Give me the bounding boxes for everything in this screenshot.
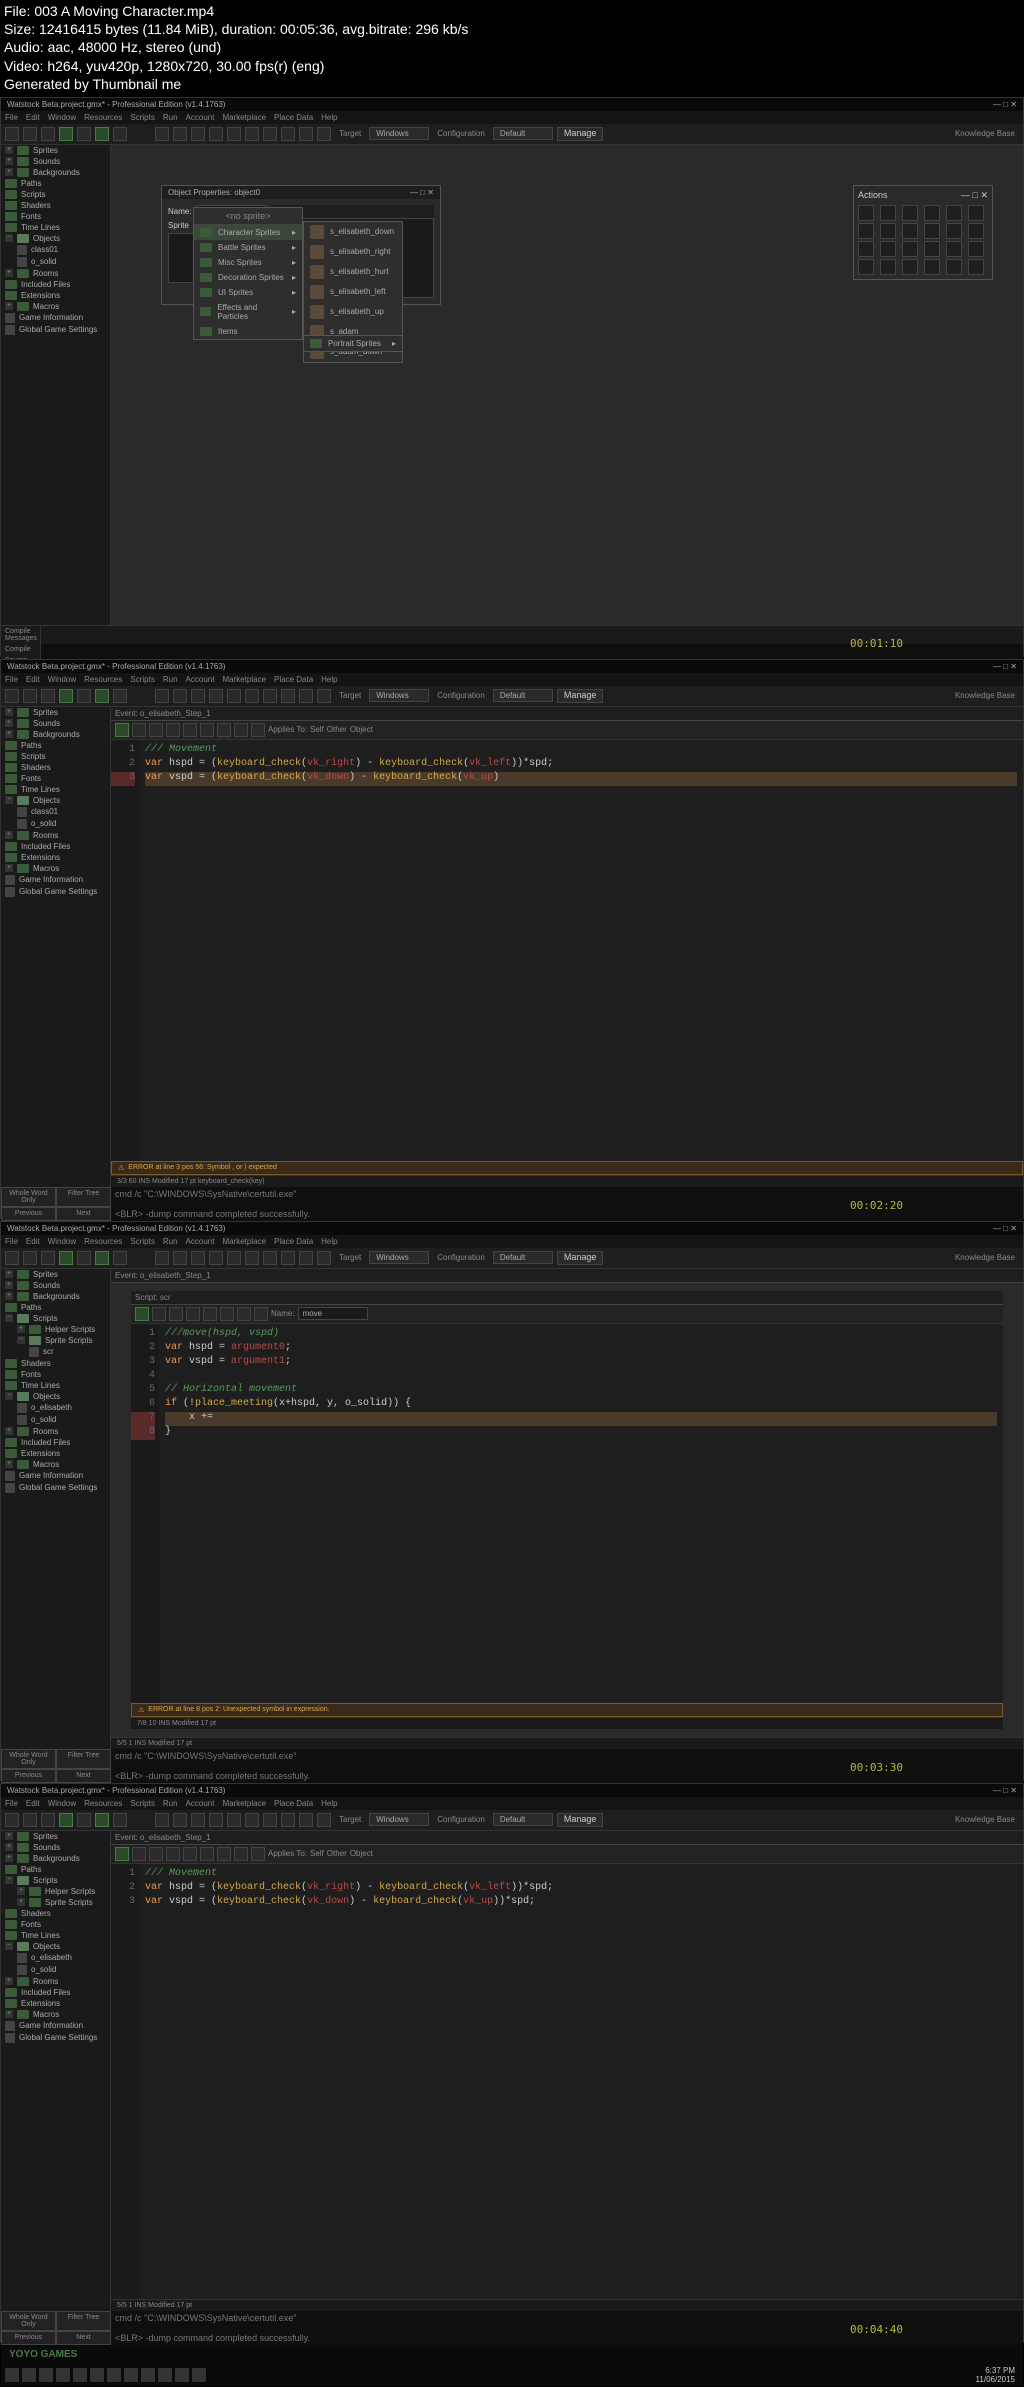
target-label: Target xyxy=(339,129,361,138)
resource-tree[interactable]: +Sprites +Sounds +Backgrounds Paths Scri… xyxy=(1,145,111,625)
open-icon[interactable] xyxy=(23,127,37,141)
debug-icon[interactable] xyxy=(77,127,91,141)
applies-self[interactable]: Self xyxy=(310,725,324,734)
timestamp: 00:01:10 xyxy=(850,637,903,650)
script-icon[interactable] xyxy=(227,127,241,141)
sprite-icon[interactable] xyxy=(155,127,169,141)
font-icon[interactable] xyxy=(263,127,277,141)
menubar[interactable]: FileEditWindowResourcesScriptsRunAccount… xyxy=(1,111,1023,124)
actions-panel[interactable]: Actions— □ ✕ xyxy=(853,185,993,280)
script-editor[interactable]: 12345678 ///move(hspd, vspd) var hspd = … xyxy=(131,1324,1003,1703)
sprite-submenu2[interactable]: Portrait Sprites▸ xyxy=(303,335,403,352)
run-icon[interactable] xyxy=(59,127,73,141)
status-bar: 3/3 60 INS Modified 17 pt keyboard_check… xyxy=(111,1175,1023,1187)
knowledge-link[interactable]: Knowledge Base xyxy=(955,129,1015,138)
object-icon[interactable] xyxy=(299,127,313,141)
shader-icon[interactable] xyxy=(245,127,259,141)
sprite-context-menu[interactable]: <no sprite> Character Sprites▸ Battle Sp… xyxy=(193,207,303,340)
frame-2: Watstock Beta.project.gmx* - Professiona… xyxy=(0,659,1024,1219)
titlebar: Watstock Beta.project.gmx* - Professiona… xyxy=(1,98,1023,111)
applies-other[interactable]: Other xyxy=(327,725,347,734)
frame-3: Watstock Beta.project.gmx* - Professiona… xyxy=(0,1221,1024,1781)
frame-4: Watstock Beta.project.gmx* - Professiona… xyxy=(0,1783,1024,2343)
frame-1: Watstock Beta.project.gmx* - Professiona… xyxy=(0,97,1024,657)
toolbar: Target Windows Configuration Default Man… xyxy=(1,124,1023,145)
new-icon[interactable] xyxy=(5,127,19,141)
timeline-icon[interactable] xyxy=(281,127,295,141)
confirm-icon[interactable] xyxy=(115,723,129,737)
code-editor[interactable]: 123 /// Movement var hspd = (keyboard_ch… xyxy=(111,1864,1023,2299)
config-select[interactable]: Default xyxy=(493,127,553,140)
file-info: File: 003 A Moving Character.mp4 Size: 1… xyxy=(0,0,1024,95)
bg-icon[interactable] xyxy=(191,127,205,141)
manage-button[interactable]: Manage xyxy=(557,127,604,141)
script-name-input[interactable] xyxy=(298,1307,368,1320)
config-label: Configuration xyxy=(437,129,485,138)
target-select[interactable]: Windows xyxy=(369,127,429,140)
save-icon[interactable] xyxy=(41,127,55,141)
error-bar: ⚠ERROR at line 3 pos 56: Symbol , or ) e… xyxy=(111,1161,1023,1175)
applies-object[interactable]: Object xyxy=(350,725,373,734)
path-icon[interactable] xyxy=(209,127,223,141)
code-editor[interactable]: 123 /// Movement var hspd = (keyboard_ch… xyxy=(111,740,1023,1161)
stop-icon[interactable] xyxy=(113,127,127,141)
room-icon[interactable] xyxy=(317,127,331,141)
code-tab[interactable]: Event: o_elisabeth_Step_1 xyxy=(111,707,1023,721)
sound-icon[interactable] xyxy=(173,127,187,141)
clean-icon[interactable] xyxy=(95,127,109,141)
